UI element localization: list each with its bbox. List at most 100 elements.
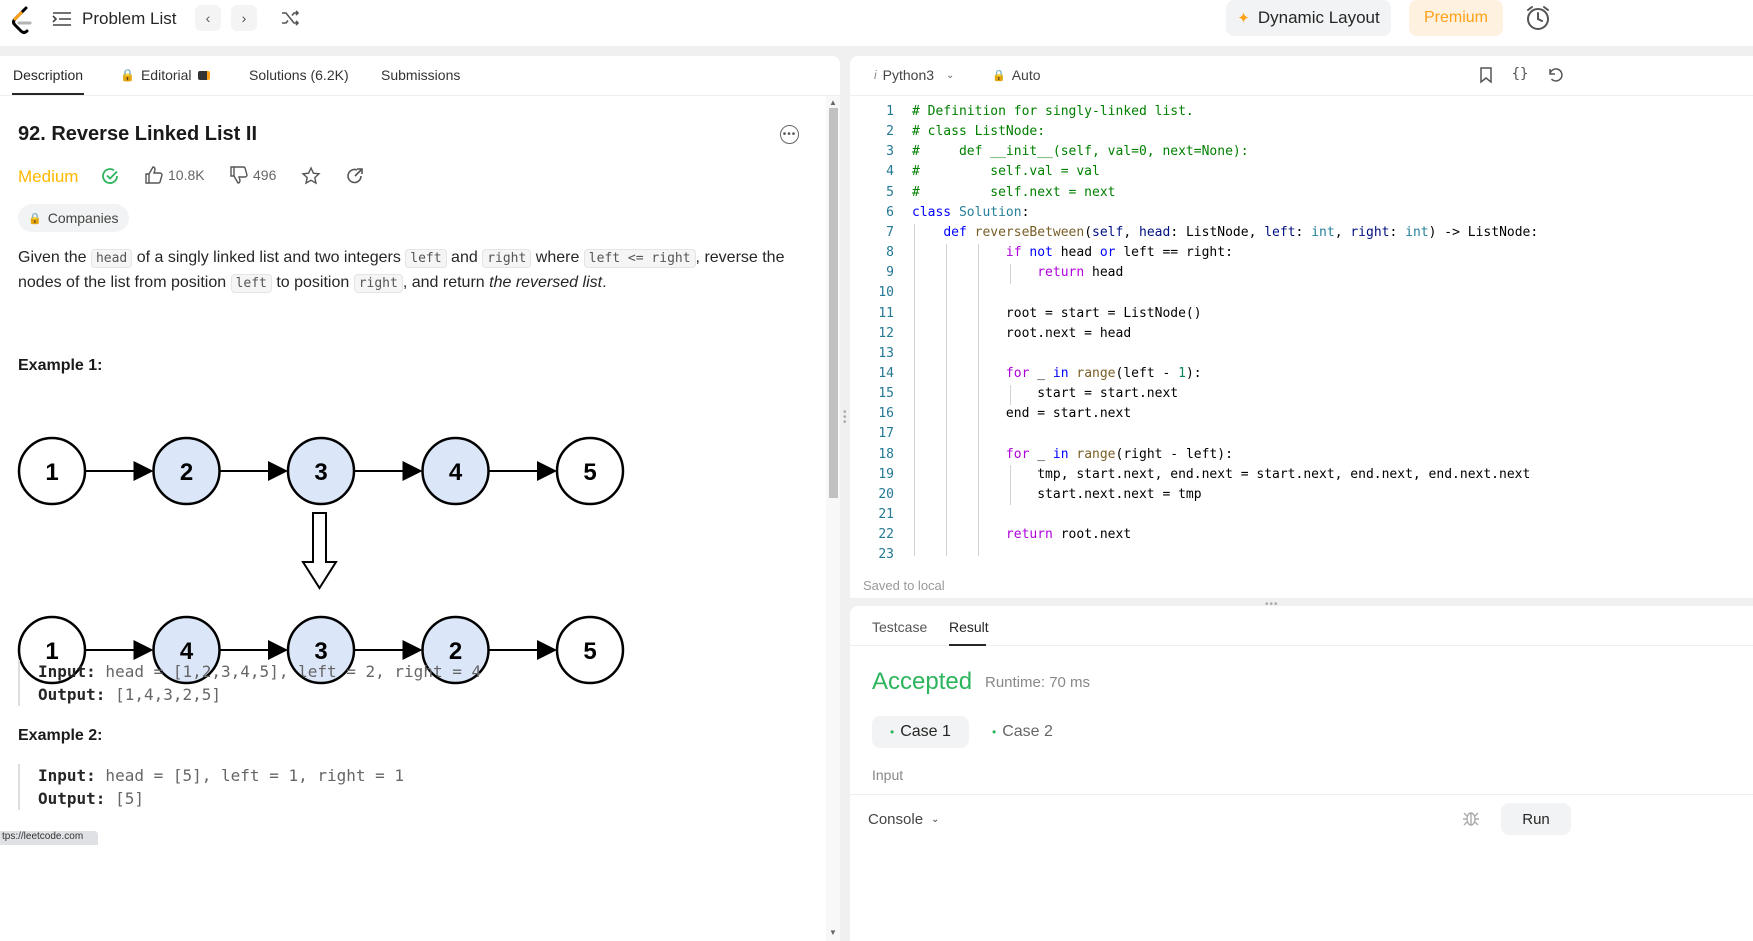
console-label: Console [868, 811, 924, 828]
output-label: Output: [38, 685, 106, 704]
tab-editorial-label: Editorial [140, 67, 192, 83]
code-line[interactable]: 17 [850, 424, 1753, 444]
line-number: 16 [878, 406, 894, 422]
next-problem-button[interactable]: › [231, 5, 257, 31]
shuffle-icon[interactable] [280, 8, 300, 28]
share-icon[interactable] [345, 166, 365, 186]
alarm-clock-icon[interactable] [1524, 4, 1552, 32]
tab-submissions-label: Submissions [381, 67, 461, 83]
line-number: 1 [886, 104, 894, 119]
debug-bug-icon[interactable] [1462, 809, 1480, 827]
companies-tag[interactable]: 🔒 Companies [18, 204, 129, 232]
example-1-title: Example 1: [18, 357, 103, 374]
case-2-tab[interactable]: • Case 2 [974, 716, 1071, 748]
code-area[interactable]: 1 # Definition for singly-linked list. 2 # … [850, 104, 1753, 564]
top-node-label: 4 [449, 459, 463, 486]
code-line[interactable]: 11 root = start = ListNode() [850, 304, 1753, 324]
dislike-button[interactable]: 496 [230, 166, 276, 184]
top-node-label: 3 [314, 459, 327, 486]
line-code: return head [1037, 265, 1124, 281]
tab-solutions[interactable]: Solutions (6.2K) [249, 67, 349, 83]
tab-result[interactable]: Result [949, 619, 989, 635]
reset-icon[interactable] [1546, 66, 1564, 84]
line-number: 3 [886, 144, 894, 160]
code-line[interactable]: 18 for _ in range(right - left): [850, 445, 1753, 465]
star-icon[interactable] [301, 166, 321, 186]
code-line[interactable]: 14 for _ in range(left - 1): [850, 364, 1753, 384]
code-line[interactable]: 10 [850, 283, 1753, 303]
scroll-thumb[interactable] [829, 108, 838, 498]
tab-description[interactable]: Description [13, 67, 83, 83]
scroll-down-icon[interactable]: ▼ [829, 928, 837, 937]
case-1-tab[interactable]: • Case 1 [872, 716, 969, 748]
difficulty-badge: Medium [18, 167, 79, 186]
code-line[interactable]: 3 # def __init__(self, val=0, next=None): [850, 142, 1753, 162]
desc-text: of a singly linked list and two integers [132, 249, 406, 266]
code-line[interactable]: 21 [850, 505, 1753, 525]
desc-text: , and return [402, 274, 490, 291]
chevron-down-icon: ⌄ [946, 69, 955, 81]
run-button[interactable]: Run [1501, 803, 1571, 835]
chevron-down-icon: ⌄ [931, 814, 940, 825]
prev-problem-button[interactable]: ‹ [195, 5, 221, 31]
console-bar: Console ⌄ Run [850, 794, 1753, 842]
code-line[interactable]: 20 start.next.next = tmp [850, 485, 1753, 505]
code-line[interactable]: 9 return head [850, 263, 1753, 283]
scroll-up-icon[interactable]: ▲ [829, 98, 837, 107]
premium-button[interactable]: Premium [1409, 0, 1503, 36]
code-line[interactable]: 16 end = start.next [850, 404, 1753, 424]
language-select[interactable]: i Python3 ⌄ [874, 67, 954, 83]
problem-title[interactable]: 92. Reverse Linked List II [18, 123, 257, 146]
line-number: 20 [878, 486, 894, 502]
auto-mode-toggle[interactable]: 🔒 Auto [992, 67, 1041, 83]
code-line[interactable]: 5 # self.next = next [850, 183, 1753, 203]
code-line[interactable]: 2 # class ListNode: [850, 122, 1753, 142]
tab-editorial[interactable]: 🔒 Editorial [120, 67, 210, 83]
line-number: 21 [878, 507, 894, 522]
bookmark-icon[interactable] [1477, 66, 1495, 84]
more-options-icon[interactable]: ••• [780, 125, 799, 144]
result-tabs: Testcase Result [850, 606, 1753, 646]
info-icon: i [874, 68, 877, 82]
line-number: 23 [878, 547, 894, 563]
code-line[interactable]: 4 # self.val = val [850, 162, 1753, 182]
problem-meta: Medium 10.8K 496 [18, 164, 418, 190]
code-line[interactable]: 6 class Solution: [850, 203, 1753, 223]
dynamic-layout-button[interactable]: ✦ Dynamic Layout [1226, 0, 1391, 36]
inline-code: left [230, 274, 272, 293]
problem-list-label: Problem List [82, 9, 177, 28]
code-line[interactable]: 22 return root.next [850, 525, 1753, 545]
desc-text: Given the [18, 249, 91, 266]
description-tabs: Description 🔒 Editorial Solutions (6.2K)… [0, 56, 840, 96]
desc-text: where [531, 249, 584, 266]
desc-text: to position [271, 274, 354, 291]
pass-dot-icon: • [992, 725, 997, 739]
like-button[interactable]: 10.8K [145, 166, 205, 184]
code-line[interactable]: 13 [850, 344, 1753, 364]
line-code: class Solution: [912, 204, 1030, 220]
leetcode-logo-icon[interactable] [10, 6, 36, 36]
output-value: [1,4,3,2,5] [105, 685, 222, 704]
top-node-label: 5 [583, 459, 596, 486]
code-line[interactable]: 8 if not head or left == right: [850, 243, 1753, 263]
line-code: tmp, start.next, end.next = start.next, … [912, 466, 1531, 482]
code-line[interactable]: 12 root.next = head [850, 324, 1753, 344]
format-braces-icon[interactable]: {} [1511, 66, 1529, 84]
description-scrollbar[interactable]: ▲ ▼ [826, 96, 840, 941]
code-line[interactable]: 7 def reverseBetween(self, head: ListNod… [850, 223, 1753, 243]
vertical-resize-handle[interactable]: • • • [843, 408, 847, 428]
console-button[interactable]: Console ⌄ [868, 811, 939, 828]
bottom-node-label: 5 [583, 638, 596, 665]
code-line[interactable]: 19 tmp, start.next, end.next = start.nex… [850, 465, 1753, 485]
code-line[interactable]: 1 # Definition for singly-linked list. [850, 102, 1753, 122]
line-code: # self.next = next [912, 184, 1116, 200]
line-number: 11 [878, 305, 894, 321]
tab-testcase[interactable]: Testcase [872, 619, 927, 635]
status-bar-url: tps://leetcode.com [0, 831, 98, 845]
code-line[interactable]: 15 start = start.next [850, 384, 1753, 404]
line-code: end = start.next [912, 406, 1132, 422]
code-line[interactable]: 23 [850, 545, 1753, 565]
tab-submissions[interactable]: Submissions [381, 67, 460, 83]
problem-list-button[interactable]: Problem List [52, 8, 176, 30]
line-number: 10 [878, 285, 894, 301]
